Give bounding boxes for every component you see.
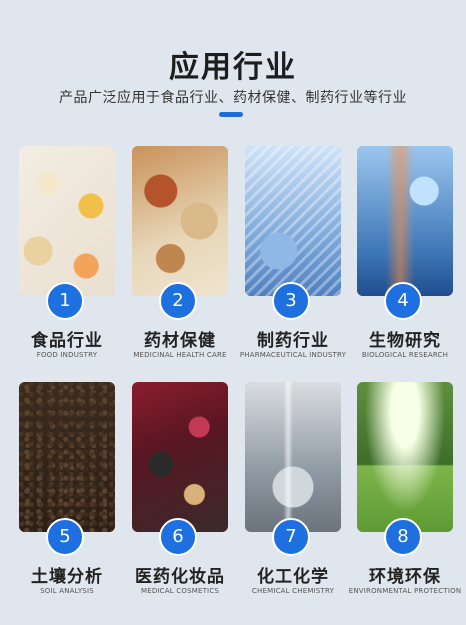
label-medical-cosmetics: 医药化妆品 — [135, 567, 225, 587]
label-soil-analysis: 土壤分析 — [31, 567, 103, 587]
environment-image — [357, 382, 453, 532]
card-medical-cosmetics[interactable] — [132, 382, 228, 532]
label-pharmaceutical-industry: 制药行业 — [257, 331, 329, 351]
label-pharmaceutical-industry-en: PHARMACEUTICAL INDUSTRY — [239, 351, 347, 359]
badge-8: 8 — [384, 518, 422, 556]
label-medicinal-health-care-en: MEDICINAL HEALTH CARE — [133, 351, 227, 359]
label-medicinal-health-care: 药材保健 — [144, 331, 216, 351]
card-biological-research[interactable] — [357, 146, 453, 296]
cosmetics-image — [132, 382, 228, 532]
card-chemical-chemistry[interactable] — [245, 382, 341, 532]
card-pharmaceutical-industry[interactable] — [245, 146, 341, 296]
label-food-industry-en: FOOD INDUSTRY — [36, 351, 98, 359]
label-biological-research-en: BIOLOGICAL RESEARCH — [361, 351, 449, 359]
label-environmental-protection: 环境环保 — [369, 567, 441, 587]
badge-5: 5 — [46, 518, 84, 556]
pharma-image — [245, 146, 341, 296]
label-food-industry: 食品行业 — [31, 331, 103, 351]
herb-image — [132, 146, 228, 296]
card-soil-analysis[interactable] — [19, 382, 115, 532]
card-food-industry[interactable] — [19, 146, 115, 296]
badge-3: 3 — [272, 282, 310, 320]
industry-grid: 1 食品行业 FOOD INDUSTRY 2 药材保健 MEDICINAL HE… — [0, 0, 466, 625]
label-environmental-protection-en: ENVIRONMENTAL PROTECTION — [348, 587, 462, 595]
label-biological-research: 生物研究 — [369, 331, 441, 351]
food-image — [19, 146, 115, 296]
label-chemical-chemistry-en: CHEMICAL CHEMISTRY — [251, 587, 335, 595]
label-chemical-chemistry: 化工化学 — [257, 567, 329, 587]
label-soil-analysis-en: SOIL ANALYSIS — [40, 587, 94, 595]
badge-1: 1 — [46, 282, 84, 320]
badge-4: 4 — [384, 282, 422, 320]
badge-2: 2 — [159, 282, 197, 320]
label-medical-cosmetics-en: MEDICAL COSMETICS — [140, 587, 220, 595]
soil-image — [19, 382, 115, 532]
bio-image — [357, 146, 453, 296]
badge-6: 6 — [159, 518, 197, 556]
card-medicinal-health-care[interactable] — [132, 146, 228, 296]
chemistry-image — [245, 382, 341, 532]
badge-7: 7 — [272, 518, 310, 556]
card-environmental-protection[interactable] — [357, 382, 453, 532]
